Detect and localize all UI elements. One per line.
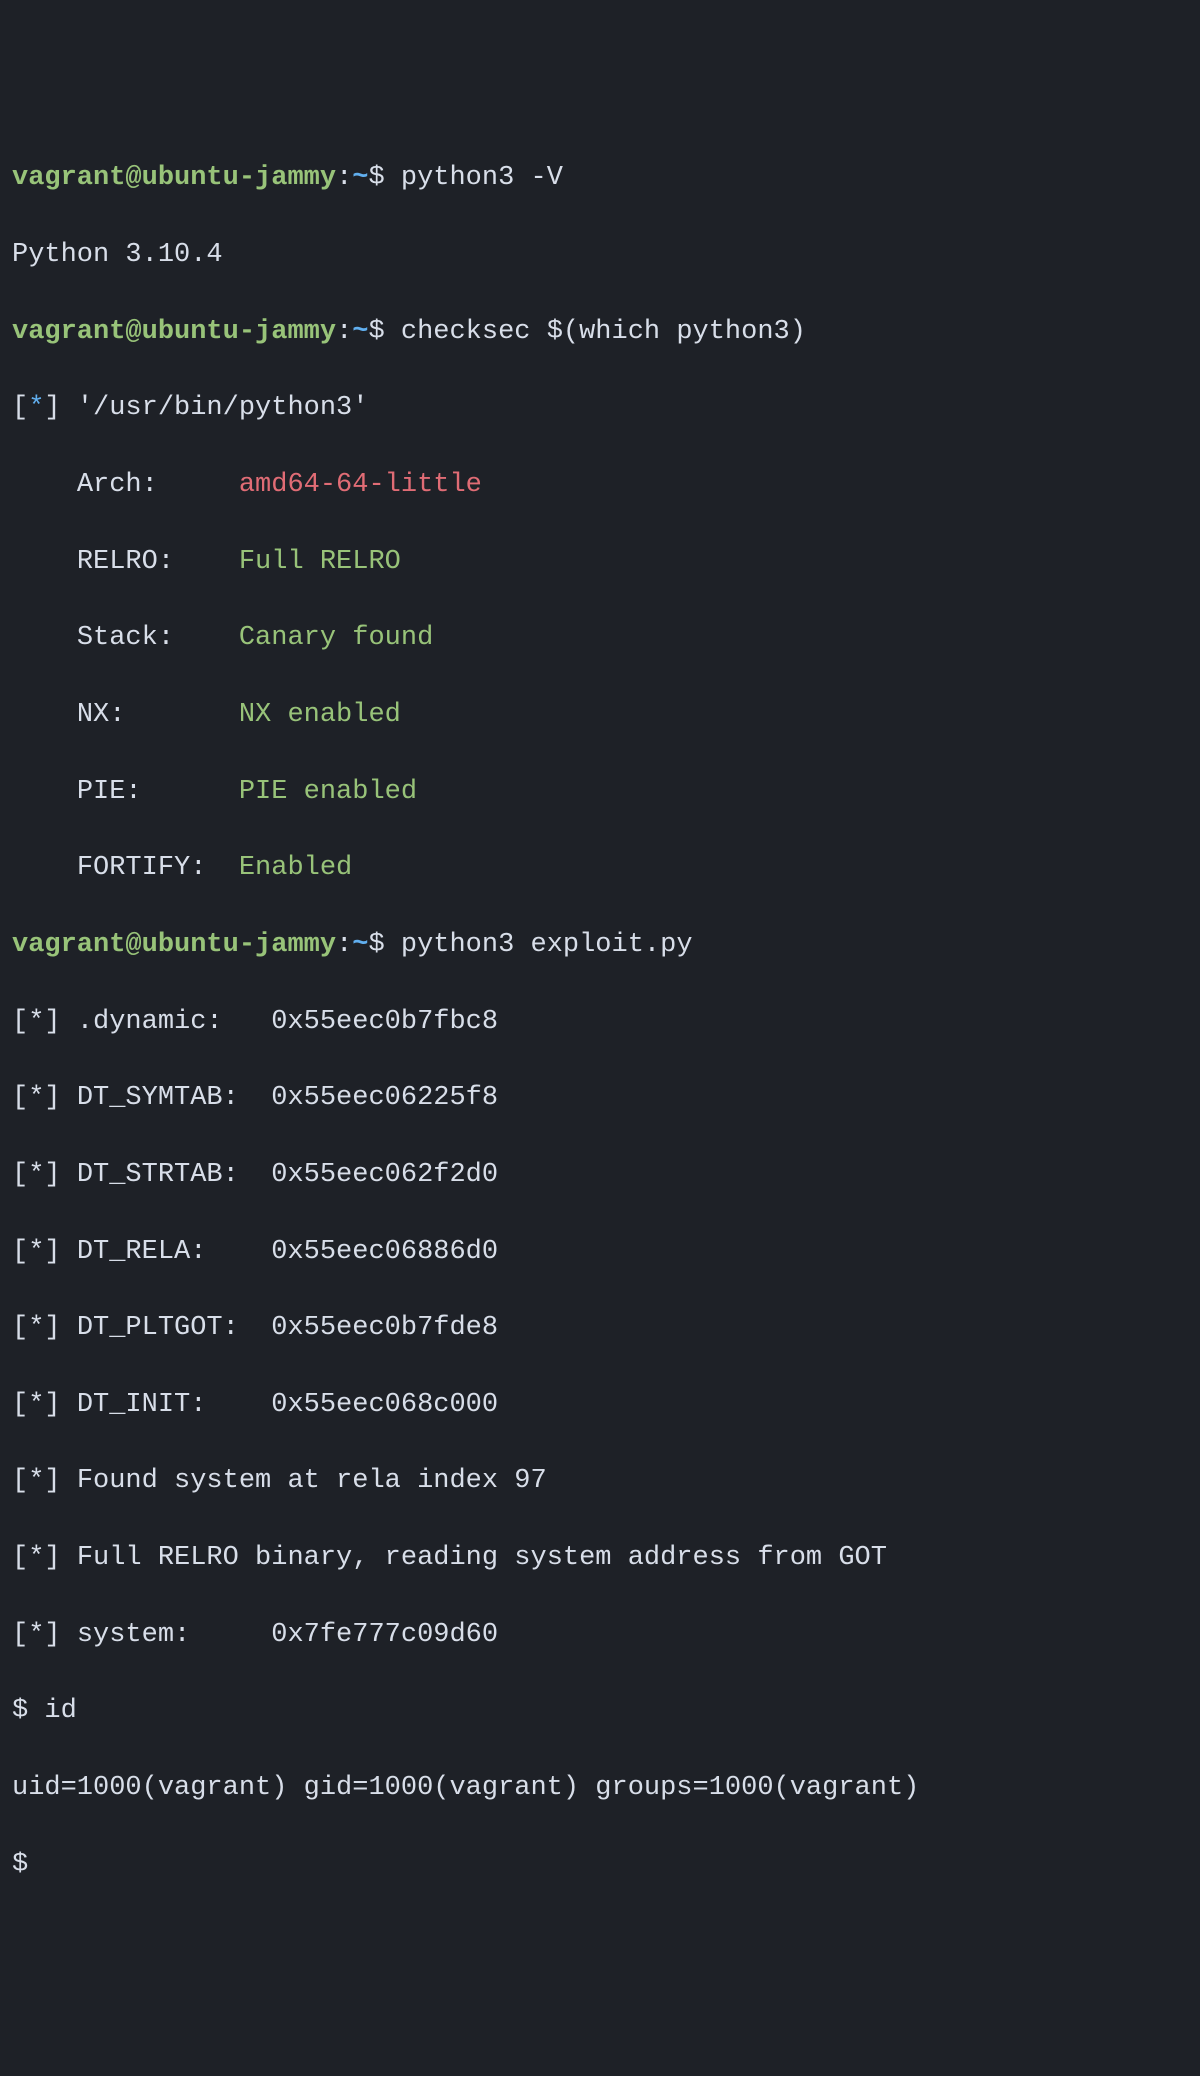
shell-prompt-line[interactable]: $ [12, 1846, 1188, 1884]
checksec-nx-value: NX enabled [239, 700, 401, 730]
checksec-binary-line: [*] '/usr/bin/python3' [12, 389, 1188, 427]
prompt-user-host: vagrant@ubuntu-jammy [12, 317, 336, 347]
marker-bracket-close: ] [44, 393, 76, 423]
indent [12, 547, 77, 577]
exploit-full-relro: Full RELRO binary, reading system addres… [77, 1543, 887, 1573]
prompt-user-host: vagrant@ubuntu-jammy [12, 163, 336, 193]
exploit-marker: [*] [12, 1160, 77, 1190]
prompt-user-host: vagrant@ubuntu-jammy [12, 930, 336, 960]
exploit-marker: [*] [12, 1466, 77, 1496]
checksec-nx-label: NX: [77, 700, 239, 730]
indent [12, 700, 77, 730]
checksec-relro-line: RELRO: Full RELRO [12, 543, 1188, 581]
exploit-system: system: 0x7fe777c09d60 [77, 1620, 498, 1650]
prompt-colon: : [336, 163, 352, 193]
checksec-nx-line: NX: NX enabled [12, 696, 1188, 734]
checksec-binary-path: '/usr/bin/python3' [77, 393, 369, 423]
checksec-fortify-line: FORTIFY: Enabled [12, 849, 1188, 887]
command-exploit[interactable]: python3 exploit.py [401, 930, 693, 960]
exploit-marker: [*] [12, 1543, 77, 1573]
checksec-fortify-label: FORTIFY: [77, 853, 239, 883]
checksec-relro-label: RELRO: [77, 547, 239, 577]
exploit-marker: [*] [12, 1390, 77, 1420]
indent [12, 853, 77, 883]
checksec-arch-line: Arch: amd64-64-little [12, 466, 1188, 504]
checksec-relro-value: Full RELRO [239, 547, 401, 577]
shell-id-output: uid=1000(vagrant) gid=1000(vagrant) grou… [12, 1769, 1188, 1807]
exploit-dynamic-line: [*] .dynamic: 0x55eec0b7fbc8 [12, 1003, 1188, 1041]
exploit-marker: [*] [12, 1083, 77, 1113]
prompt-colon: : [336, 930, 352, 960]
prompt-line-3: vagrant@ubuntu-jammy:~$ python3 exploit.… [12, 926, 1188, 964]
prompt-colon: : [336, 317, 352, 347]
indent [12, 470, 77, 500]
checksec-pie-line: PIE: PIE enabled [12, 773, 1188, 811]
exploit-marker: [*] [12, 1007, 77, 1037]
prompt-dollar: $ [368, 163, 400, 193]
exploit-rela-line: [*] DT_RELA: 0x55eec06886d0 [12, 1233, 1188, 1271]
checksec-pie-label: PIE: [77, 777, 239, 807]
marker-star: * [28, 393, 44, 423]
exploit-dynamic: .dynamic: 0x55eec0b7fbc8 [77, 1007, 498, 1037]
shell-prompt: $ [12, 1696, 44, 1726]
prompt-line-2: vagrant@ubuntu-jammy:~$ checksec $(which… [12, 313, 1188, 351]
shell-id-line: $ id [12, 1692, 1188, 1730]
command-python-version[interactable]: python3 -V [401, 163, 563, 193]
exploit-dt-strtab: DT_STRTAB: 0x55eec062f2d0 [77, 1160, 498, 1190]
exploit-symtab-line: [*] DT_SYMTAB: 0x55eec06225f8 [12, 1079, 1188, 1117]
exploit-dt-symtab: DT_SYMTAB: 0x55eec06225f8 [77, 1083, 498, 1113]
exploit-pltgot-line: [*] DT_PLTGOT: 0x55eec0b7fde8 [12, 1309, 1188, 1347]
checksec-stack-line: Stack: Canary found [12, 619, 1188, 657]
exploit-system-line: [*] system: 0x7fe777c09d60 [12, 1616, 1188, 1654]
indent [12, 623, 77, 653]
exploit-marker: [*] [12, 1620, 77, 1650]
prompt-dollar: $ [368, 930, 400, 960]
exploit-marker: [*] [12, 1313, 77, 1343]
prompt-path: ~ [352, 930, 368, 960]
exploit-found-system: Found system at rela index 97 [77, 1466, 547, 1496]
prompt-dollar: $ [368, 317, 400, 347]
exploit-dt-init: DT_INIT: 0x55eec068c000 [77, 1390, 498, 1420]
marker-bracket-open: [ [12, 393, 28, 423]
exploit-relro-line: [*] Full RELRO binary, reading system ad… [12, 1539, 1188, 1577]
checksec-pie-value: PIE enabled [239, 777, 417, 807]
exploit-strtab-line: [*] DT_STRTAB: 0x55eec062f2d0 [12, 1156, 1188, 1194]
exploit-init-line: [*] DT_INIT: 0x55eec068c000 [12, 1386, 1188, 1424]
prompt-path: ~ [352, 317, 368, 347]
indent [12, 777, 77, 807]
checksec-arch-label: Arch: [77, 470, 239, 500]
exploit-marker: [*] [12, 1237, 77, 1267]
prompt-path: ~ [352, 163, 368, 193]
prompt-line-1: vagrant@ubuntu-jammy:~$ python3 -V [12, 159, 1188, 197]
checksec-stack-value: Canary found [239, 623, 433, 653]
checksec-fortify-value: Enabled [239, 853, 352, 883]
exploit-dt-pltgot: DT_PLTGOT: 0x55eec0b7fde8 [77, 1313, 498, 1343]
command-checksec[interactable]: checksec $(which python3) [401, 317, 806, 347]
output-python-version: Python 3.10.4 [12, 236, 1188, 274]
checksec-arch-value: amd64-64-little [239, 470, 482, 500]
exploit-found-system-line: [*] Found system at rela index 97 [12, 1462, 1188, 1500]
shell-id-command[interactable]: id [44, 1696, 76, 1726]
checksec-stack-label: Stack: [77, 623, 239, 653]
exploit-dt-rela: DT_RELA: 0x55eec06886d0 [77, 1237, 498, 1267]
